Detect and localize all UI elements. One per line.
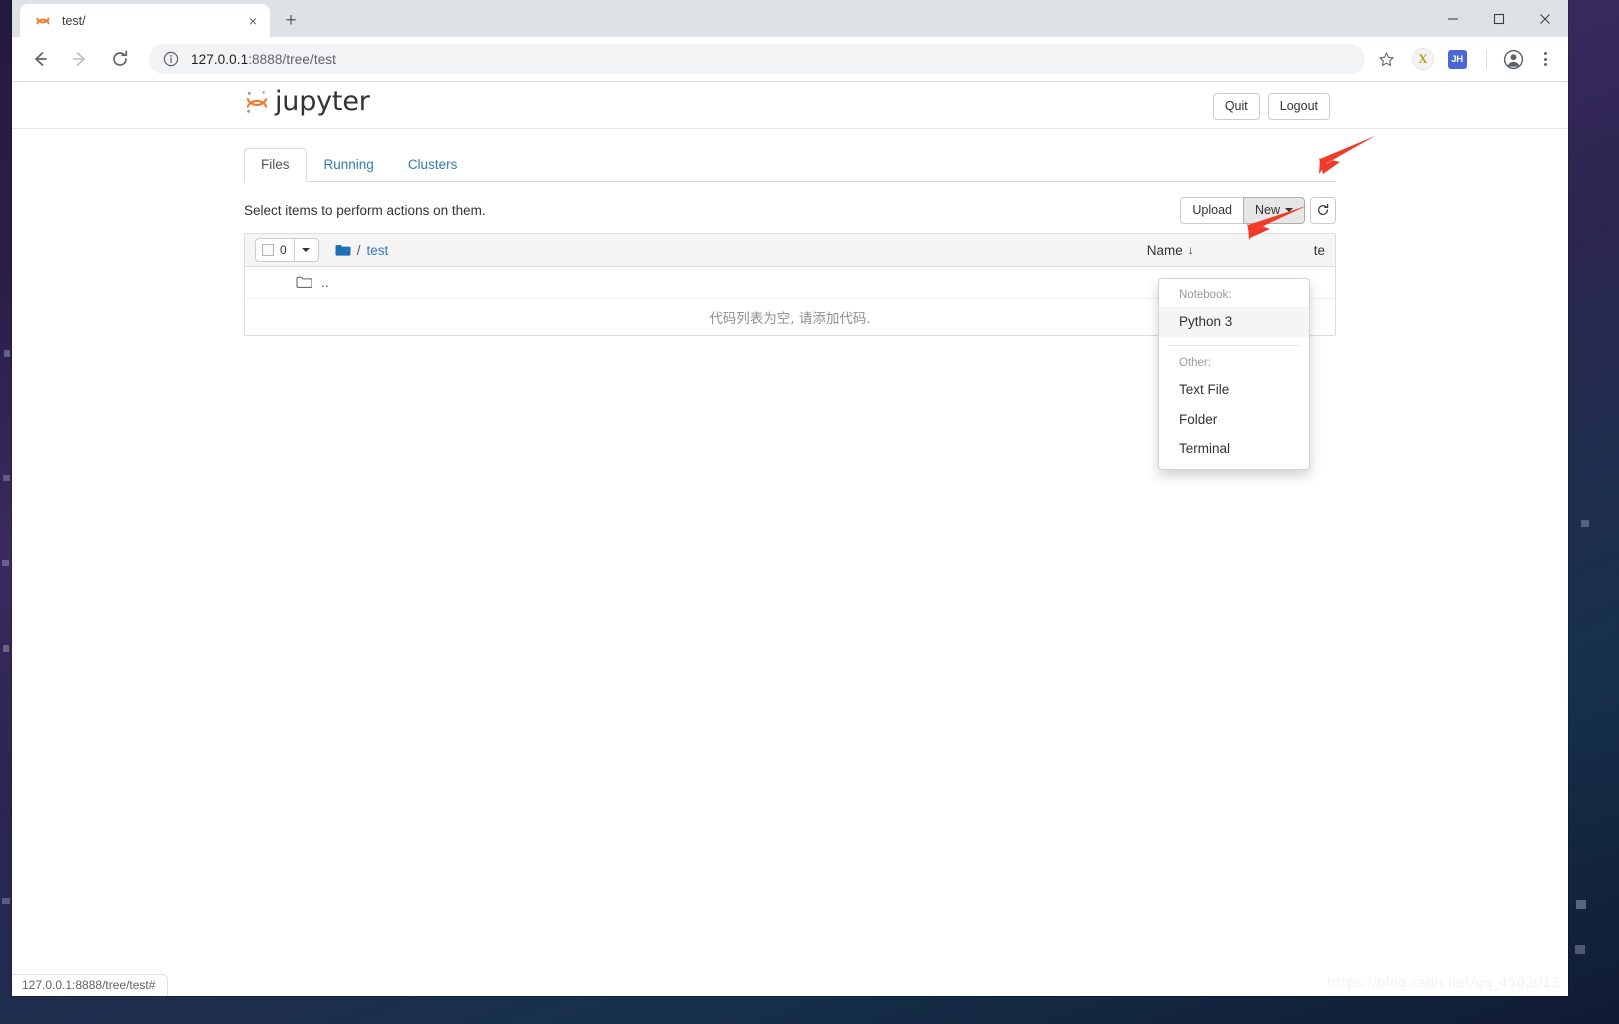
browser-toolbar: 127.0.0.1:8888/tree/test X JH: [12, 37, 1568, 82]
folder-filled-icon[interactable]: [335, 244, 351, 257]
new-button[interactable]: New: [1242, 196, 1305, 224]
browser-window: test/ × + 127.0.0.1:8888/tree/test X JH …: [12, 0, 1568, 996]
breadcrumb-current[interactable]: test: [366, 243, 388, 258]
tab-clusters[interactable]: Clusters: [391, 148, 475, 182]
browser-tab[interactable]: test/ ×: [20, 4, 270, 37]
file-list-header: 0 / test Name ↓ te: [245, 234, 1335, 267]
maximize-icon[interactable]: [1476, 0, 1522, 37]
jupyter-body: Files Running Clusters Select items to p…: [12, 148, 1568, 336]
jupyter-header: jupyter Quit Logout: [12, 82, 1568, 129]
sort-by-modified[interactable]: te: [1314, 243, 1325, 258]
back-arrow-icon[interactable]: [23, 42, 57, 76]
toolbar-divider: [1486, 49, 1487, 69]
chevron-down-icon: [1285, 208, 1293, 213]
window-controls: [1430, 0, 1568, 37]
quit-button[interactable]: Quit: [1212, 93, 1260, 120]
jupyter-hub-extension-icon[interactable]: JH: [1445, 47, 1469, 71]
chevron-down-icon: [302, 248, 311, 252]
upload-button[interactable]: Upload: [1180, 196, 1244, 224]
select-items-hint: Select items to perform actions on them.: [244, 202, 486, 218]
url-host: 127.0.0.1: [191, 51, 249, 67]
forward-arrow-icon: [63, 42, 97, 76]
upload-new-group: Upload New: [1180, 196, 1305, 224]
selection-dropdown-button[interactable]: [294, 238, 319, 262]
tab-running[interactable]: Running: [307, 148, 391, 182]
folder-outline-icon: [296, 276, 312, 289]
jupyter-toolbar: Select items to perform actions on them.…: [244, 196, 1336, 224]
address-bar-url: 127.0.0.1:8888/tree/test: [191, 52, 336, 67]
reload-icon[interactable]: [103, 42, 137, 76]
address-bar[interactable]: 127.0.0.1:8888/tree/test: [149, 44, 1365, 74]
page-viewport: jupyter Quit Logout Files Running Cluste…: [12, 82, 1568, 995]
jh-extension-label: JH: [1447, 49, 1467, 69]
x-extension-icon[interactable]: X: [1411, 47, 1435, 71]
kebab-menu-icon[interactable]: [1532, 46, 1558, 72]
tab-strip: test/ × +: [12, 0, 1568, 37]
refresh-button[interactable]: [1310, 196, 1336, 224]
new-dropdown-menu: Notebook: Python 3 Other: Text File Fold…: [1158, 278, 1310, 470]
dropdown-header-notebook: Notebook:: [1179, 289, 1232, 301]
menu-item-folder[interactable]: Folder: [1159, 405, 1309, 435]
toolbar-button-group: Upload New: [1180, 196, 1336, 224]
sort-name-label: Name: [1146, 242, 1183, 258]
jupyter-logo[interactable]: jupyter: [244, 86, 370, 117]
minimize-icon[interactable]: [1430, 0, 1476, 37]
tab-files[interactable]: Files: [244, 148, 307, 182]
info-circle-icon[interactable]: [163, 51, 179, 67]
new-tab-button[interactable]: +: [276, 5, 306, 35]
selection-control-group: 0: [255, 238, 319, 262]
tab-close-icon[interactable]: ×: [244, 12, 262, 30]
logout-button[interactable]: Logout: [1267, 93, 1330, 120]
jupyter-logo-icon: [244, 88, 270, 116]
menu-item-terminal[interactable]: Terminal: [1159, 434, 1309, 464]
browser-tab-title: test/: [62, 13, 86, 28]
menu-item-text-file[interactable]: Text File: [1159, 375, 1309, 405]
dropdown-divider: [1169, 344, 1299, 346]
select-all-checkbox[interactable]: 0: [255, 238, 295, 262]
sort-arrow-down-icon: ↓: [1187, 243, 1194, 257]
star-icon[interactable]: [1373, 46, 1399, 72]
row-name[interactable]: ..: [321, 275, 329, 290]
jupyter-logo-text: jupyter: [275, 86, 370, 117]
toolbar-actions: X JH: [1373, 46, 1558, 72]
dropdown-header-other: Other:: [1179, 356, 1211, 369]
checkbox-icon: [262, 244, 274, 256]
url-path: :8888/tree/test: [248, 51, 337, 67]
selected-count: 0: [280, 243, 287, 257]
x-extension-label: X: [1412, 48, 1434, 70]
breadcrumb: / test: [335, 242, 388, 258]
close-icon[interactable]: [1522, 0, 1568, 37]
menu-item-python3[interactable]: Python 3: [1159, 307, 1309, 337]
account-circle-icon[interactable]: [1500, 46, 1526, 72]
jupyter-tab-bar: Files Running Clusters: [244, 148, 1336, 182]
jupyter-favicon-icon: [34, 12, 51, 29]
status-bar-url: 127.0.0.1:8888/tree/test#: [12, 974, 169, 996]
breadcrumb-separator: /: [356, 242, 361, 258]
sort-by-name[interactable]: Name ↓: [1147, 243, 1194, 258]
watermark: https://blog.csdn.net/qq_4502013: [1327, 976, 1560, 991]
file-list-sort-controls: Name ↓ te: [1147, 243, 1325, 258]
new-button-label: New: [1254, 202, 1280, 217]
jupyter-header-buttons: Quit Logout: [1212, 93, 1330, 120]
